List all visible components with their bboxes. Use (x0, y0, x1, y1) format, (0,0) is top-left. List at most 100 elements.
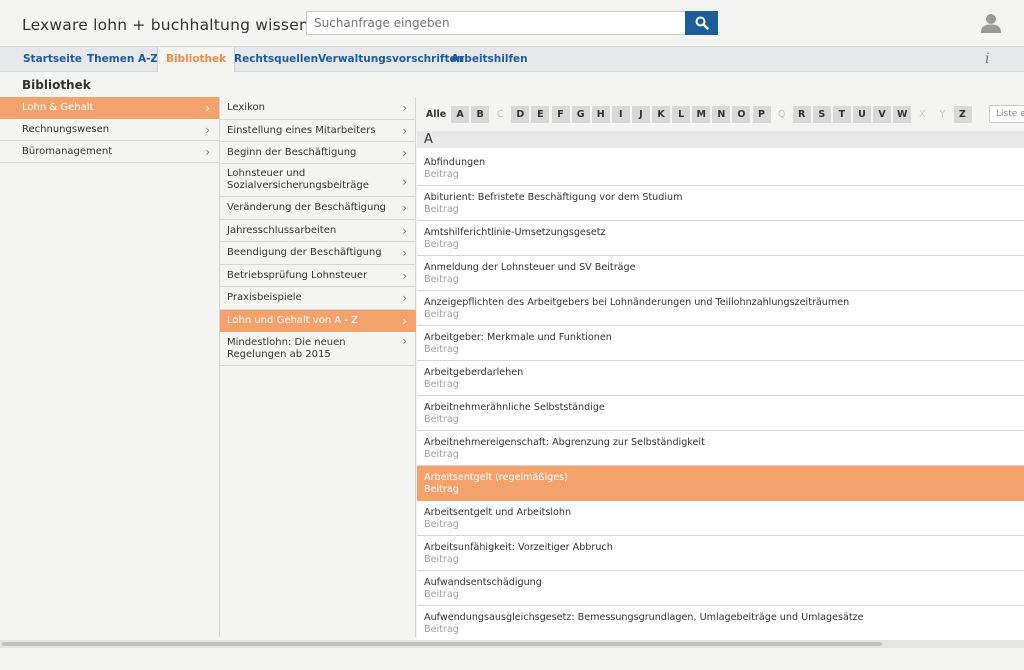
letter-y: Y (939, 109, 946, 120)
letter-u[interactable]: U (853, 106, 871, 123)
subcategory-item[interactable]: Beendigung der Beschäftigung › (220, 242, 416, 265)
letter-h[interactable]: H (591, 106, 610, 123)
subcategory-label: Betriebsprüfung Lohnsteuer (227, 269, 368, 281)
article-row[interactable]: Amtshilferichtlinie-Umsetzungsgesetz Beit… (417, 221, 1024, 256)
letter-g[interactable]: G (571, 106, 590, 123)
search-input[interactable] (306, 11, 686, 35)
category-label: Büromanagement (22, 146, 113, 157)
article-title[interactable]: Arbeitsentgelt und Arbeitslohn (424, 501, 1024, 519)
subcategory-item[interactable]: Lohnsteuer und Sozialversicherungsbeiträ… (220, 164, 416, 197)
category-lohn-gehalt[interactable]: Lohn & Gehalt › (0, 97, 219, 119)
article-title[interactable]: Anzeigepflichten des Arbeitgebers bei Lo… (424, 291, 1024, 309)
app-title[interactable]: Lexware lohn + buchhaltung wissen (22, 16, 309, 34)
article-row[interactable]: Arbeitnehmereigenschaft: Abgrenzung zur … (417, 431, 1024, 466)
article-row[interactable]: Abiturient: Befristete Beschäftigung vor… (417, 186, 1024, 221)
article-type: Beitrag (424, 204, 459, 215)
article-title[interactable]: Arbeitgeberdarlehen (424, 361, 1024, 379)
article-title[interactable]: Arbeitsentgelt (regelmäßiges) (424, 466, 1024, 484)
article-row[interactable]: Anzeigepflichten des Arbeitgebers bei Lo… (417, 291, 1024, 326)
chevron-right-icon: › (402, 268, 407, 283)
article-type: Beitrag (424, 624, 459, 635)
category-bueromanagement[interactable]: Büromanagement › (0, 141, 219, 163)
letter-w[interactable]: W (893, 106, 912, 123)
letter-t[interactable]: T (832, 106, 851, 123)
article-type: Beitrag (424, 414, 459, 425)
letter-x: X (919, 109, 926, 120)
subcategory-label: Lohnsteuer und Sozialversicherungsbeiträ… (227, 168, 369, 191)
article-row-selected[interactable]: Arbeitsentgelt (regelmäßiges) Beitrag (417, 466, 1024, 501)
letter-s[interactable]: S (812, 106, 831, 123)
subcategory-item[interactable]: Einstellung eines Mitarbeiters › (220, 120, 416, 142)
article-row[interactable]: Arbeitsentgelt und Arbeitslohn Beitrag (417, 501, 1024, 536)
article-list-panel: Alle Liste ei ABCDEFGHIJKLMNOPQRSTUVWX YZ… (417, 97, 1024, 641)
subcategory-item[interactable]: Veränderung der Beschäftigung › (220, 197, 416, 220)
letter-n[interactable]: N (712, 106, 731, 123)
article-row[interactable]: Aufwendungsausgleichsgesetz: Bemessungsg… (417, 606, 1024, 641)
user-icon[interactable] (980, 12, 1002, 34)
chevron-right-icon: › (402, 223, 407, 238)
article-title[interactable]: Aufwendungsausgleichsgesetz: Bemessungsg… (424, 606, 1024, 624)
info-icon[interactable]: i (985, 51, 989, 67)
letter-z[interactable]: Z (953, 106, 972, 123)
article-row[interactable]: Arbeitgeber: Merkmale und Funktionen Beit… (417, 326, 1024, 361)
article-type: Beitrag (424, 379, 459, 390)
article-row[interactable]: Anmeldung der Lohnsteuer und SV Beiträge… (417, 256, 1024, 291)
subcategory-item-selected[interactable]: Lohn und Gehalt von A - Z › (220, 310, 416, 332)
letter-j[interactable]: J (631, 106, 650, 123)
article-title[interactable]: Arbeitgeber: Merkmale und Funktionen (424, 326, 1024, 344)
nav-arbeitshilfen[interactable]: Arbeitshilfen (443, 47, 536, 71)
chevron-right-icon: › (205, 145, 210, 159)
article-row[interactable]: Abfindungen Beitrag (417, 151, 1024, 186)
article-type: Beitrag (424, 484, 459, 495)
letter-k[interactable]: K (652, 106, 670, 123)
article-type: Beitrag (424, 589, 459, 600)
subcategory-item[interactable]: Jahresschlussarbeiten › (220, 220, 416, 242)
article-row[interactable]: Aufwandsentschädigung Beitrag (417, 571, 1024, 606)
chevron-right-icon: › (402, 145, 407, 160)
letter-e[interactable]: E (531, 106, 550, 123)
article-title[interactable]: Arbeitnehmerähnliche Selbstständige (424, 396, 1024, 414)
search-icon (695, 16, 709, 30)
subcategory-item[interactable]: Betriebsprüfung Lohnsteuer › (220, 265, 416, 287)
article-title[interactable]: Aufwandsentschädigung (424, 571, 1024, 589)
subcategory-label: Jahresschlussarbeiten (227, 224, 337, 236)
letter-m[interactable]: M (692, 106, 711, 123)
letter-v[interactable]: V (873, 106, 892, 123)
letter-all[interactable]: Alle (425, 106, 447, 123)
letter-a[interactable]: A (451, 106, 469, 123)
letter-b[interactable]: B (471, 106, 490, 123)
subcategory-list: Lexikon › Einstellung eines Mitarbeiters… (219, 97, 416, 637)
search-button[interactable] (685, 11, 718, 35)
letter-r[interactable]: R (792, 106, 811, 123)
category-rechnungswesen[interactable]: Rechnungswesen › (0, 119, 219, 141)
article-title[interactable]: Arbeitsunfähigkeit: Vorzeitiger Abbruch (424, 536, 1024, 554)
article-title[interactable]: Amtshilferichtlinie-Umsetzungsgesetz (424, 221, 1024, 239)
letter-f[interactable]: F (551, 106, 570, 123)
category-label: Lohn & Gehalt (22, 102, 94, 113)
subcategory-item[interactable]: Praxisbeispiele › (220, 287, 416, 310)
subcategory-item[interactable]: Lexikon › (220, 97, 416, 120)
scrollbar-thumb[interactable] (2, 642, 882, 646)
letter-i[interactable]: I (611, 106, 630, 123)
chevron-right-icon: › (402, 334, 407, 348)
alphabet-filter: Alle Liste ei ABCDEFGHIJKLMNOPQRSTUVWX YZ (417, 97, 1024, 131)
list-filter-input[interactable]: Liste ei (989, 105, 1024, 123)
subcategory-item[interactable]: Mindestlohn: Die neuen Regelungen ab 201… (220, 332, 416, 366)
letter-d[interactable]: D (511, 106, 530, 123)
horizontal-scrollbar[interactable] (0, 640, 1024, 648)
nav-bibliothek[interactable]: Bibliothek (157, 47, 236, 72)
letter-p[interactable]: P (752, 106, 771, 123)
article-row[interactable]: Arbeitsunfähigkeit: Vorzeitiger Abbruch B… (417, 536, 1024, 571)
article-row[interactable]: Arbeitgeberdarlehen Beitrag (417, 361, 1024, 396)
letter-o[interactable]: O (732, 106, 751, 123)
chevron-right-icon: › (205, 101, 210, 115)
letter-l[interactable]: L (672, 106, 691, 123)
article-title[interactable]: Abfindungen (424, 151, 1024, 169)
article-type: Beitrag (424, 169, 459, 180)
article-title[interactable]: Abiturient: Befristete Beschäftigung vor… (424, 186, 1024, 204)
nav-themen-a-z[interactable]: Themen A-Z (79, 47, 166, 71)
article-row[interactable]: Arbeitnehmerähnliche Selbstständige Beitr… (417, 396, 1024, 431)
subcategory-item[interactable]: Beginn der Beschäftigung › (220, 142, 416, 164)
article-title[interactable]: Anmeldung der Lohnsteuer und SV Beiträge (424, 256, 1024, 274)
article-title[interactable]: Arbeitnehmereigenschaft: Abgrenzung zur … (424, 431, 1024, 449)
